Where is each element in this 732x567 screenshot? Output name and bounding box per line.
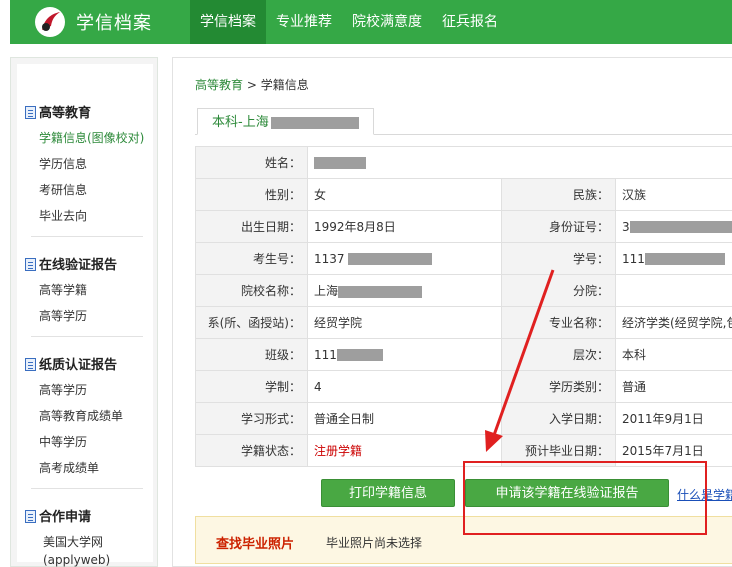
value-name <box>308 147 732 179</box>
value-gender: 女 <box>308 179 502 211</box>
tab-enrollment-record[interactable]: 本科-上海 <box>197 108 374 135</box>
table-row: 班级： 111 层次： 本科 <box>196 339 732 371</box>
redacted-mask <box>630 221 732 233</box>
nav-item-major-recommend[interactable]: 专业推荐 <box>266 0 342 44</box>
value-category: 普通 <box>616 371 732 403</box>
find-photo-link[interactable]: 查找毕业照片 <box>216 533 294 552</box>
table-row: 出生日期： 1992年8月8日 身份证号： 3 <box>196 211 732 243</box>
table-row: 学习形式： 普通全日制 入学日期： 2011年9月1日 <box>196 403 732 435</box>
table-row: 学制： 4 学历类别： 普通 <box>196 371 732 403</box>
sidebar-section-cooperation: 合作申请 <box>25 506 91 525</box>
label-status: 学籍状态： <box>196 435 308 467</box>
table-row: 院校名称： 上海 分院： <box>196 275 732 307</box>
breadcrumb-current: 学籍信息 <box>261 78 309 92</box>
sidebar-section-paper-report: 纸质认证报告 <box>25 354 117 373</box>
value-major: 经济学类(经贸学院,包 <box>616 307 732 339</box>
sidebar-item-enrollment-info[interactable]: 学籍信息(图像校对) <box>39 129 144 146</box>
redacted-mask <box>271 117 359 129</box>
value-class: 111 <box>308 339 502 371</box>
breadcrumb-link[interactable]: 高等教育 <box>195 78 243 92</box>
nav-item-archive[interactable]: 学信档案 <box>190 0 266 44</box>
label-class: 班级： <box>196 339 308 371</box>
sidebar-divider <box>31 336 143 337</box>
top-header: 学信档案 学信档案 专业推荐 院校满意度 征兵报名 <box>10 0 732 44</box>
label-enroll: 入学日期： <box>502 403 616 435</box>
label-branch: 分院： <box>502 275 616 307</box>
sidebar-item-applyweb[interactable]: 美国大学网 <box>43 533 103 550</box>
label-dept: 系(所、函授站)： <box>196 307 308 339</box>
value-id: 3 <box>616 211 732 243</box>
label-id: 身份证号： <box>502 211 616 243</box>
label-gender: 性别： <box>196 179 308 211</box>
label-form: 学习形式： <box>196 403 308 435</box>
sidebar-item-graduate-destination[interactable]: 毕业去向 <box>39 207 87 224</box>
label-name: 姓名： <box>196 147 308 179</box>
value-ethnicity: 汉族 <box>616 179 732 211</box>
sidebar: 高等教育 学籍信息(图像校对) 学历信息 考研信息 毕业去向 在线验证报告 高等… <box>10 57 158 567</box>
table-row: 考生号： 1137 学号： 111 <box>196 243 732 275</box>
value-exam-no: 1137 <box>308 243 502 275</box>
enrollment-info-table: 姓名： 性别： 女 民族： 汉族 出生日期： 1992年8月8日 身份证号： 3… <box>195 146 732 467</box>
redacted-mask <box>337 349 383 361</box>
value-dept: 经贸学院 <box>308 307 502 339</box>
document-icon <box>25 358 36 371</box>
sidebar-item-degree-info[interactable]: 学历信息 <box>39 155 87 172</box>
redacted-mask <box>645 253 725 265</box>
value-form: 普通全日制 <box>308 403 502 435</box>
sidebar-panel: 高等教育 学籍信息(图像校对) 学历信息 考研信息 毕业去向 在线验证报告 高等… <box>17 64 153 562</box>
redacted-mask <box>314 157 366 169</box>
label-major: 专业名称： <box>502 307 616 339</box>
label-school: 院校名称： <box>196 275 308 307</box>
redacted-mask <box>338 286 422 298</box>
sidebar-divider <box>31 236 143 237</box>
value-school: 上海 <box>308 275 502 307</box>
breadcrumb: 高等教育 > 学籍信息 <box>195 76 309 93</box>
logo-text: 学信档案 <box>76 9 152 35</box>
nav-item-school-satisfaction[interactable]: 院校满意度 <box>342 0 432 44</box>
document-icon <box>25 106 36 119</box>
label-level: 层次： <box>502 339 616 371</box>
value-duration: 4 <box>308 371 502 403</box>
sidebar-item-secondary-degree[interactable]: 中等学历 <box>39 433 87 450</box>
sidebar-item-applyweb-sub[interactable]: (applyweb) <box>43 553 110 567</box>
table-row: 系(所、函授站)： 经贸学院 专业名称： 经济学类(经贸学院,包 <box>196 307 732 339</box>
value-student-no: 111 <box>616 243 732 275</box>
sidebar-item-transcript[interactable]: 高等教育成绩单 <box>39 407 123 424</box>
value-enroll: 2011年9月1日 <box>616 403 732 435</box>
main-nav: 学信档案 专业推荐 院校满意度 征兵报名 <box>190 0 508 44</box>
table-row: 姓名： <box>196 147 732 179</box>
value-branch <box>616 275 732 307</box>
print-enrollment-button[interactable]: 打印学籍信息 <box>321 479 455 507</box>
label-exam-no: 考生号： <box>196 243 308 275</box>
sidebar-item-postgrad-exam[interactable]: 考研信息 <box>39 181 87 198</box>
sidebar-item-gaokao-scores[interactable]: 高考成绩单 <box>39 459 99 476</box>
value-birth: 1992年8月8日 <box>308 211 502 243</box>
sidebar-section-online-report: 在线验证报告 <box>25 254 117 273</box>
label-birth: 出生日期： <box>196 211 308 243</box>
label-duration: 学制： <box>196 371 308 403</box>
sidebar-item-online-degree[interactable]: 高等学历 <box>39 307 87 324</box>
document-icon <box>25 510 36 523</box>
label-category: 学历类别： <box>502 371 616 403</box>
sidebar-item-paper-degree[interactable]: 高等学历 <box>39 381 87 398</box>
logo-icon <box>34 6 66 38</box>
annotation-highlight-box <box>463 461 707 535</box>
table-row: 性别： 女 民族： 汉族 <box>196 179 732 211</box>
redacted-mask <box>348 253 432 265</box>
value-level: 本科 <box>616 339 732 371</box>
sidebar-section-higher-edu: 高等教育 <box>25 102 91 121</box>
nav-item-conscription[interactable]: 征兵报名 <box>432 0 508 44</box>
label-student-no: 学号： <box>502 243 616 275</box>
label-ethnicity: 民族： <box>502 179 616 211</box>
sidebar-divider <box>31 488 143 489</box>
sidebar-item-online-enrollment[interactable]: 高等学籍 <box>39 281 87 298</box>
photo-status-text: 毕业照片尚未选择 <box>326 534 422 551</box>
document-icon <box>25 258 36 271</box>
